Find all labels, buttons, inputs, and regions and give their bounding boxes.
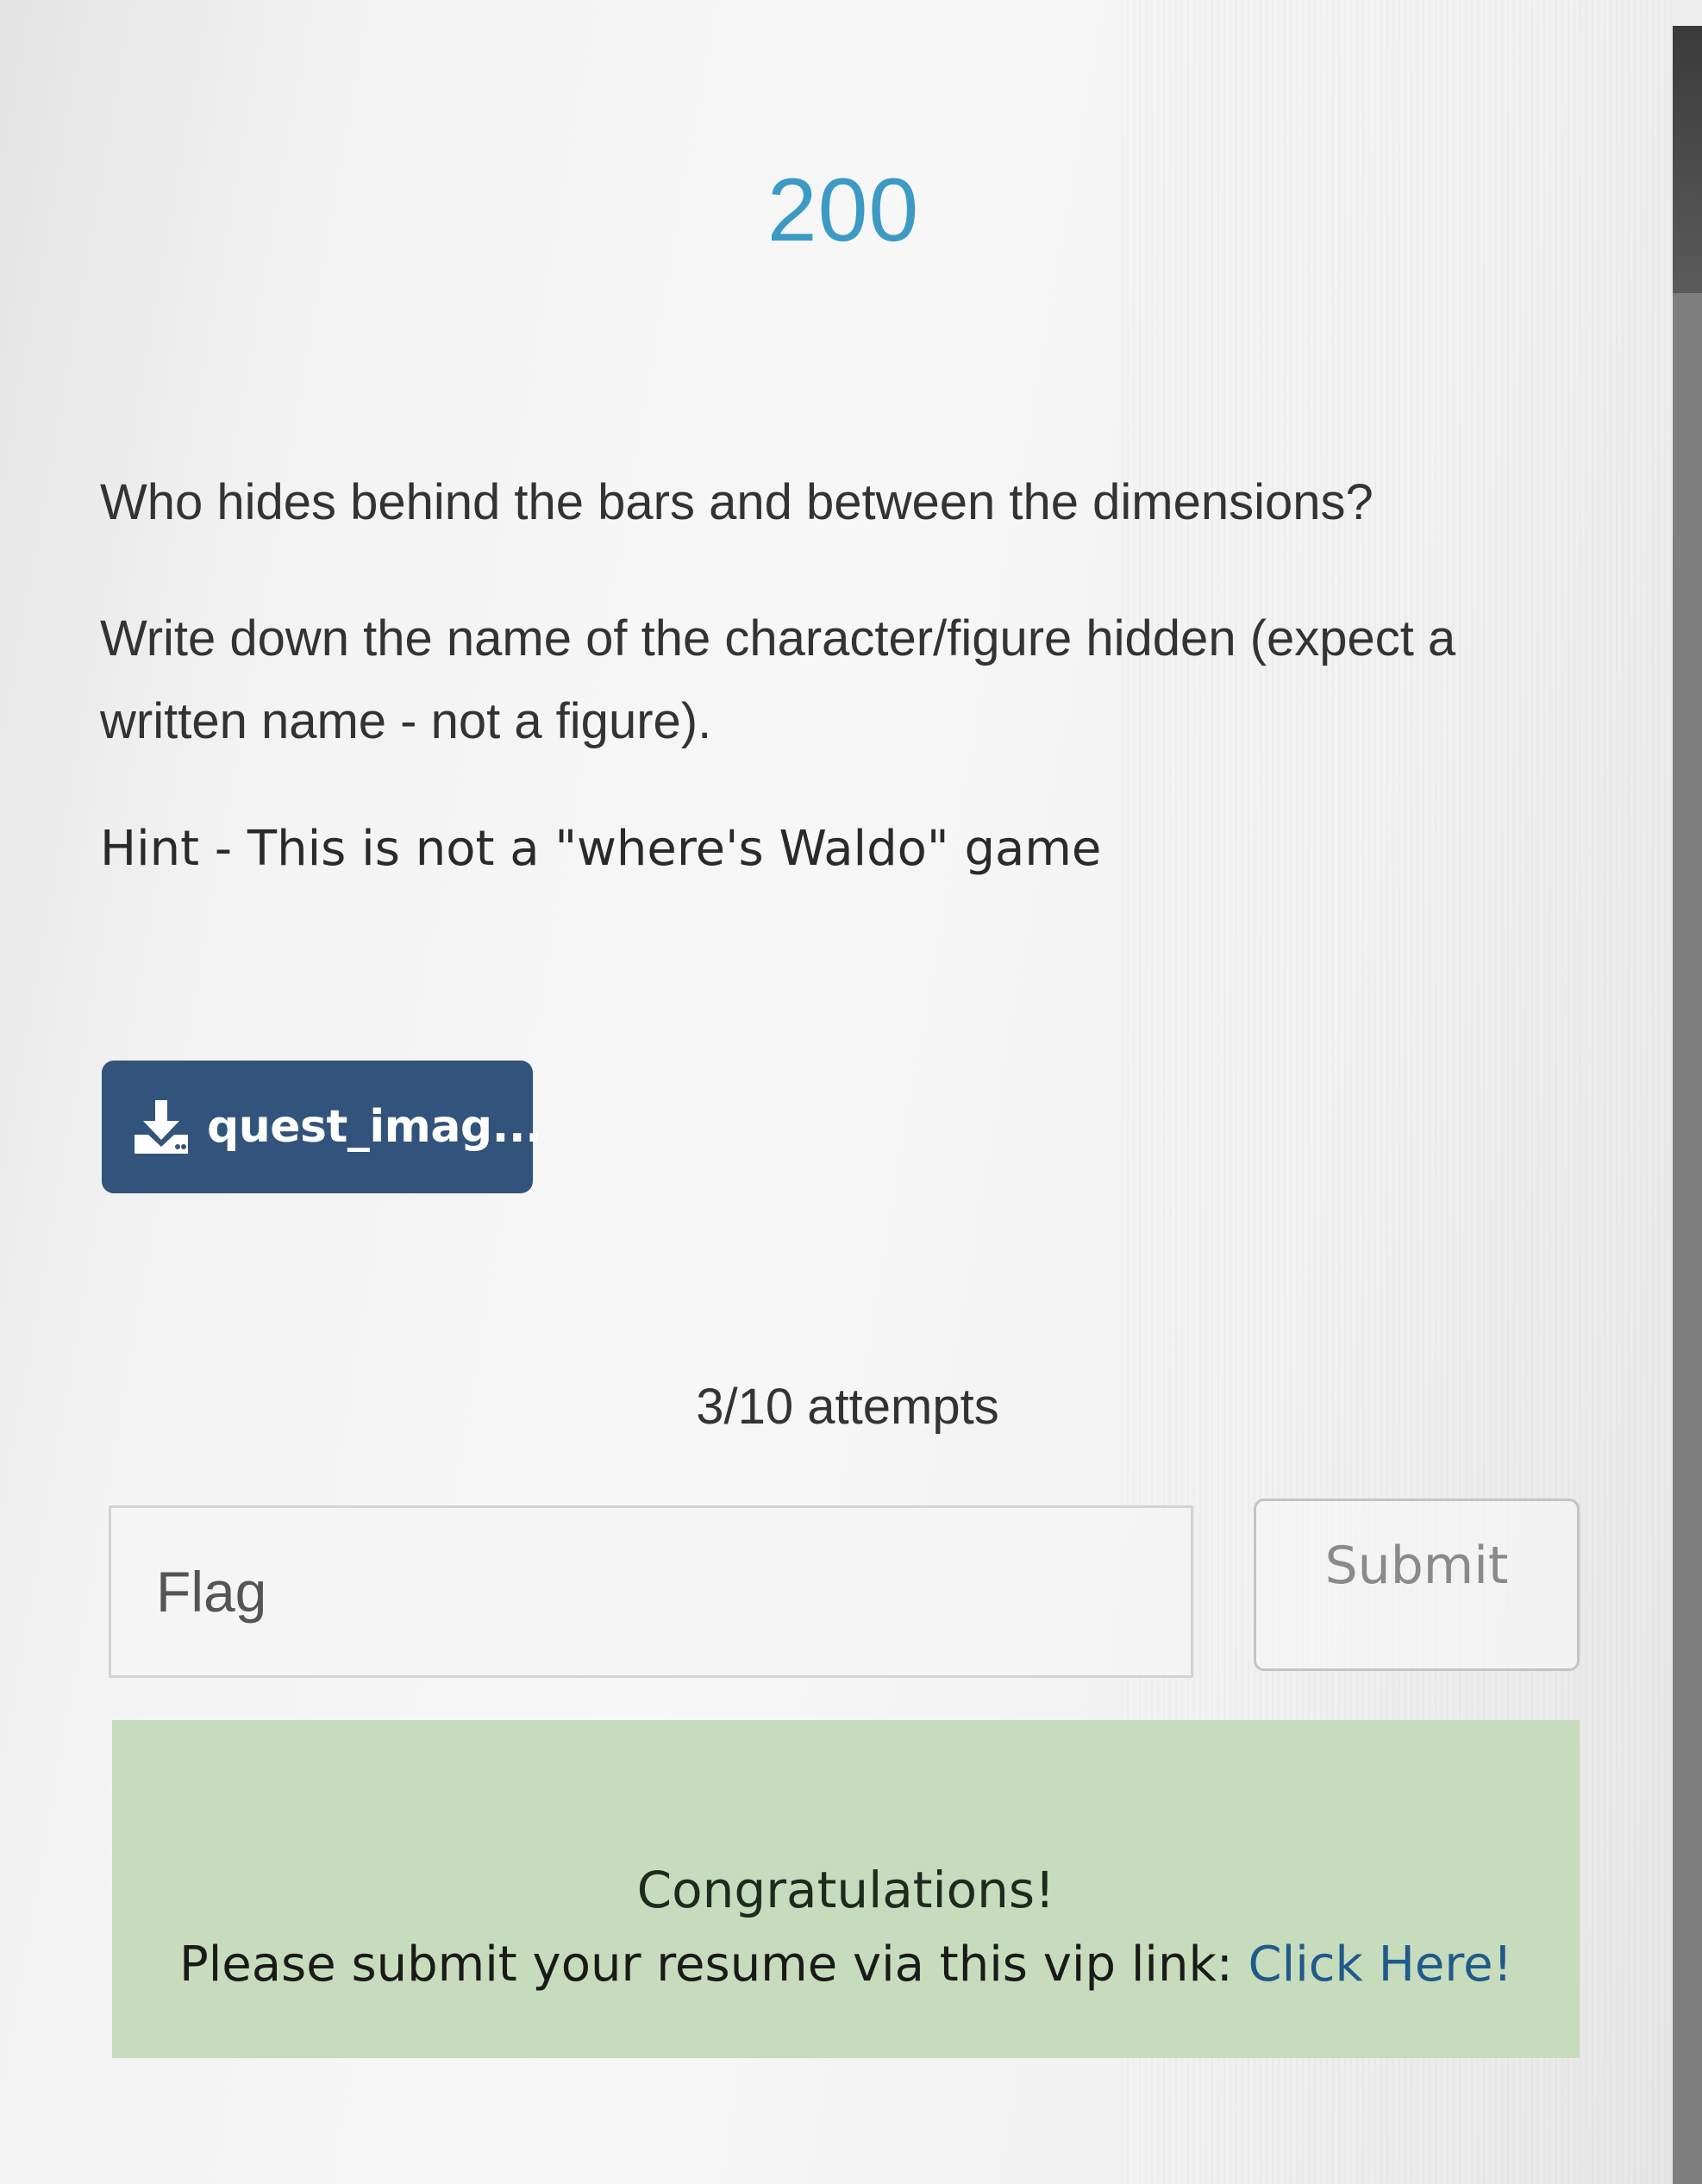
challenge-hint: Hint - This is not a "where's Waldo" gam…: [100, 821, 1102, 877]
alert-title: Congratulations!: [636, 1861, 1055, 1919]
screen-edge-lower: [1673, 293, 1702, 2184]
download-file-label: quest_imag...: [207, 1101, 542, 1153]
submit-button[interactable]: Submit: [1254, 1499, 1580, 1671]
challenge-description: Who hides behind the bars and between th…: [100, 461, 1583, 891]
submit-button-label: Submit: [1324, 1536, 1509, 1596]
vip-link[interactable]: Click Here!: [1248, 1937, 1513, 1993]
flag-input[interactable]: [109, 1505, 1193, 1678]
challenge-points: 200: [767, 160, 920, 260]
attempts-counter: 3/10 attempts: [696, 1379, 999, 1435]
challenge-question: Who hides behind the bars and between th…: [100, 474, 1373, 530]
download-icon: [131, 1097, 191, 1157]
success-alert: Congratulations! Please submit your resu…: [112, 1720, 1580, 2058]
alert-message: Please submit your resume via this vip l…: [112, 1926, 1580, 2004]
challenge-instructions: Write down the name of the character/fig…: [100, 610, 1456, 749]
download-file-button[interactable]: quest_imag...: [102, 1061, 542, 1193]
alert-message-text: Please submit your resume via this vip l…: [178, 1937, 1248, 1993]
